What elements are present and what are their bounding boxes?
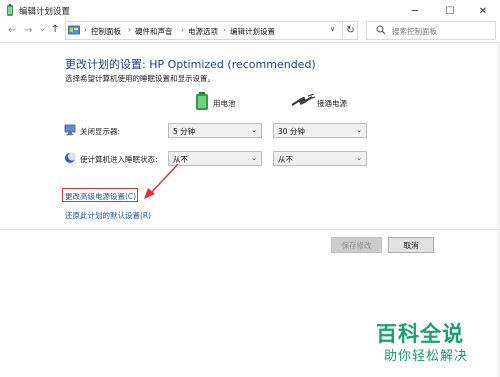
footer-divider: [0, 229, 500, 230]
breadcrumb-control-panel[interactable]: 控制面板: [91, 26, 121, 37]
cancel-label: 取消: [403, 240, 419, 250]
display-battery-select[interactable]: 5 分钟 ⌄: [168, 123, 262, 138]
advanced-power-settings-link[interactable]: 更改高级电源设置(C): [65, 191, 136, 202]
plug-icon: [291, 94, 316, 106]
battery-icon: [196, 92, 208, 110]
breadcrumb-separator: ›: [84, 26, 87, 34]
restore-defaults-link[interactable]: 还原此计划的默认设置(R): [65, 210, 151, 221]
back-arrow-icon[interactable]: ←: [8, 25, 16, 36]
forward-arrow-icon[interactable]: →: [24, 25, 32, 36]
recent-locations-icon[interactable]: ⌄: [39, 24, 46, 33]
annotation-arrow-icon: [144, 163, 179, 199]
chevron-down-icon: ⌄: [356, 126, 362, 134]
page-title: 更改计划的设置: HP Optimized (recommended): [65, 58, 316, 71]
column-battery: 用电池: [213, 99, 236, 108]
window-title: 编辑计划设置: [19, 7, 71, 17]
chevron-down-icon: ⌄: [251, 126, 257, 134]
search-icon: [376, 25, 386, 35]
cancel-button[interactable]: 取消: [388, 237, 434, 253]
save-changes-label: 保存修改: [341, 240, 372, 250]
maximize-button[interactable]: ☐: [433, 0, 467, 22]
address-dropdown-icon[interactable]: ∨: [330, 25, 335, 33]
watermark-title: 百科全说: [376, 322, 464, 346]
search-placeholder: 搜索控制面板: [392, 27, 437, 36]
display-plugged-select[interactable]: 30 分钟 ⌄: [273, 123, 367, 138]
close-button[interactable]: ✕: [466, 0, 500, 22]
close-icon: ✕: [478, 5, 488, 17]
title-bar: 编辑计划设置 ─ ☐ ✕: [0, 0, 500, 22]
breadcrumb-separator: ›: [223, 26, 226, 34]
chevron-down-icon: ⌄: [356, 154, 362, 162]
monitor-icon: [64, 124, 76, 136]
up-arrow-icon[interactable]: ↑: [51, 24, 59, 35]
save-changes-button[interactable]: 保存修改: [331, 237, 382, 253]
breadcrumb-hardware-sound[interactable]: 硬件和声音: [135, 26, 173, 37]
select-value: 30 分钟: [278, 127, 305, 136]
breadcrumb-separator: ›: [128, 26, 131, 34]
maximize-icon: ☐: [445, 5, 455, 17]
power-options-icon: [7, 4, 13, 16]
header-divider: [0, 42, 500, 43]
minimize-button[interactable]: ─: [398, 0, 432, 22]
sleep-battery-select[interactable]: 从不 ⌄: [168, 151, 262, 166]
watermark-subtitle: 助你轻松解决: [384, 349, 469, 364]
select-value: 从不: [278, 155, 293, 164]
page-subtitle: 选择希望计算机使用的睡眠设置和显示设置。: [65, 74, 215, 83]
breadcrumb-power-options[interactable]: 电源选项: [188, 26, 218, 37]
control-panel-icon: [68, 25, 80, 35]
breadcrumb-edit-plan[interactable]: 编辑计划设置: [230, 26, 275, 37]
turn-off-display-label: 关闭显示器:: [80, 127, 121, 136]
column-plugged-in: 接通电源: [317, 99, 347, 108]
minimize-icon: ─: [411, 5, 419, 17]
refresh-button[interactable]: ↻: [342, 21, 358, 40]
sleep-plugged-select[interactable]: 从不 ⌄: [273, 151, 367, 166]
chevron-down-icon: ⌄: [251, 154, 257, 162]
breadcrumb-separator: ›: [181, 26, 184, 34]
select-value: 5 分钟: [173, 127, 196, 136]
sleep-moon-icon: [65, 152, 76, 163]
refresh-icon: ↻: [346, 25, 355, 36]
